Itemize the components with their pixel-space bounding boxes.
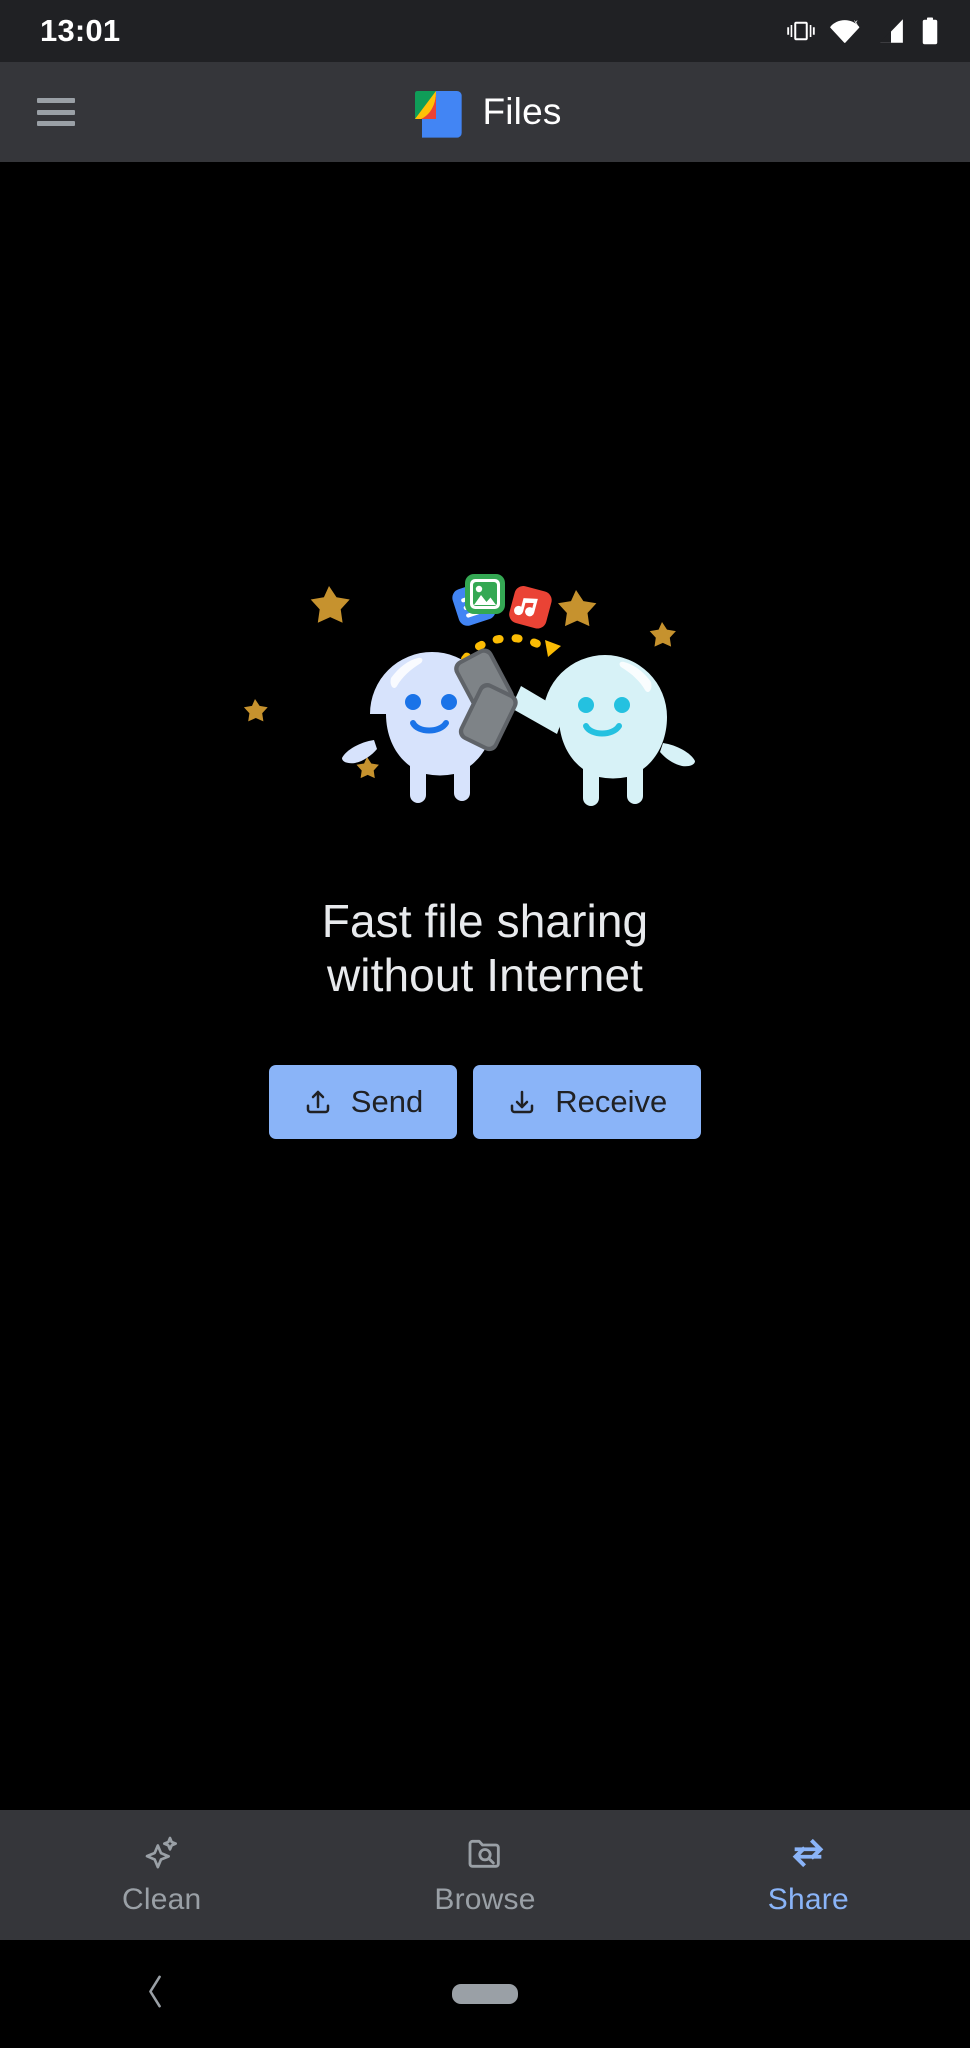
send-button-label: Send [350,1083,424,1119]
receive-button-label: Receive [555,1083,668,1119]
folder-search-icon [465,1833,505,1873]
nav-item-clean[interactable]: Clean [0,1810,323,1940]
app-bar: Files [0,62,970,162]
cta-button-row: Send Receive [268,1064,702,1139]
headline-line-2: without Internet [326,949,644,1002]
main-content: Fast file sharing without Internet Send [0,162,970,1810]
swap-arrows-icon [788,1833,828,1873]
nav-label-share: Share [767,1883,849,1916]
back-chevron-icon[interactable] [142,1970,168,2019]
status-bar: 13:01 x [0,0,970,62]
bottom-navigation-bar: Clean Browse Share [0,1810,970,1940]
svg-text:x: x [854,17,858,26]
phone-screen: 13:01 x Files Fast file sharing without … [0,0,970,2048]
app-branding: Files [408,84,561,140]
page-title: Files [482,91,562,132]
headline-line-1: Fast file sharing [321,895,649,947]
nav-label-browse: Browse [434,1883,536,1916]
transfer-arrowhead [545,640,561,657]
nav-label-clean: Clean [121,1883,202,1916]
vibrate-icon [786,16,816,46]
status-icon-group: x [786,16,940,46]
receive-button[interactable]: Receive [473,1064,702,1139]
status-clock: 13:01 [40,13,121,48]
music-file-icon [509,586,552,629]
hamburger-menu-icon[interactable] [37,98,75,126]
files-by-google-logo [408,84,464,140]
upload-icon [303,1087,333,1117]
nav-item-share[interactable]: Share [647,1810,970,1940]
signal-bars-icon [876,16,906,46]
image-file-icon [465,574,505,614]
wifi-no-internet-icon: x [830,16,862,46]
hero-headline: Fast file sharing without Internet [322,894,648,1003]
home-pill-icon[interactable] [452,1984,518,2004]
sparkle-icon [142,1833,182,1873]
nav-item-browse[interactable]: Browse [323,1810,646,1940]
download-icon [507,1087,537,1117]
send-button[interactable]: Send [268,1064,458,1139]
two-characters-sharing-files-illustration [225,562,745,832]
battery-icon [920,16,940,46]
system-navigation-bar [0,1940,970,2048]
